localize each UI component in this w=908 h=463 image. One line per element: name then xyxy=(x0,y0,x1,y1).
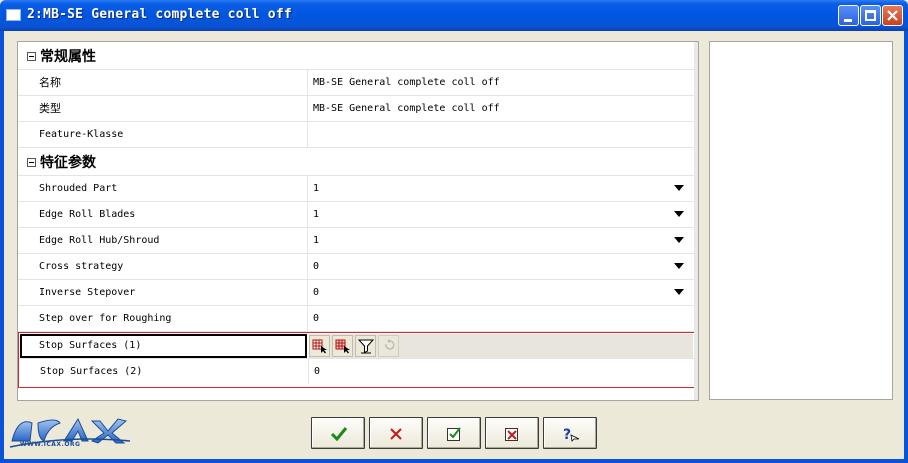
property-name: 类型 xyxy=(39,102,61,115)
property-row-stop-surfaces-2[interactable]: Stop Surfaces (2) 0 xyxy=(19,359,694,385)
undo-icon xyxy=(385,339,395,350)
select-surfaces-button[interactable] xyxy=(309,335,330,357)
stop-surfaces-group: Stop Surfaces (1) Stop Surfaces (2) 0 xyxy=(18,332,695,388)
reset-button[interactable] xyxy=(485,417,539,449)
property-value[interactable]: 0 xyxy=(313,254,319,279)
maximize-icon xyxy=(865,10,876,21)
apply-button[interactable] xyxy=(427,417,481,449)
dropdown-arrow-icon[interactable] xyxy=(674,289,684,295)
column-divider xyxy=(307,280,308,305)
property-name: Feature-Klasse xyxy=(39,129,124,140)
ok-button[interactable] xyxy=(311,417,365,449)
property-grid-content: 常规属性 名称 MB-SE General complete coll off … xyxy=(18,42,695,400)
property-row-shrouded-part[interactable]: Shrouded Part 1 xyxy=(18,176,694,202)
select-surfaces-add-icon xyxy=(335,339,350,354)
property-value[interactable]: 0 xyxy=(313,306,319,331)
property-name: Stop Surfaces (1) xyxy=(39,340,142,351)
property-value[interactable]: 1 xyxy=(313,228,319,253)
property-row-feature-klasse[interactable]: Feature-Klasse xyxy=(18,122,694,148)
property-name: Cross strategy xyxy=(39,261,124,272)
property-grid: 常规属性 名称 MB-SE General complete coll off … xyxy=(17,41,699,401)
svg-text:?: ? xyxy=(563,427,571,442)
minimize-icon xyxy=(844,19,852,22)
property-name: Shrouded Part xyxy=(39,183,118,194)
reset-icon xyxy=(505,428,518,441)
collapse-icon[interactable] xyxy=(27,158,36,167)
property-value[interactable]: 1 xyxy=(313,176,319,201)
dialog-window: 2:MB-SE General complete coll off 常规属性 名… xyxy=(0,0,908,463)
category-label: 常规属性 xyxy=(40,49,96,65)
property-row-edge-roll-blades[interactable]: Edge Roll Blades 1 xyxy=(18,202,694,228)
category-general[interactable]: 常规属性 xyxy=(18,42,694,70)
dialog-client-area: 常规属性 名称 MB-SE General complete coll off … xyxy=(4,31,904,459)
property-name: Step over for Roughing xyxy=(39,313,172,324)
cancel-icon xyxy=(390,428,402,440)
minimize-button[interactable] xyxy=(838,5,859,26)
collapse-icon[interactable] xyxy=(27,52,36,61)
app-icon xyxy=(6,9,21,21)
dropdown-arrow-icon[interactable] xyxy=(674,185,684,191)
column-divider xyxy=(308,359,309,384)
filter-icon xyxy=(358,339,374,354)
property-row-name[interactable]: 名称 MB-SE General complete coll off xyxy=(18,70,694,96)
property-name: Edge Roll Blades xyxy=(39,209,136,220)
category-feature-params[interactable]: 特征参数 xyxy=(18,148,694,176)
property-value[interactable]: 0 xyxy=(314,359,320,384)
ok-icon xyxy=(330,427,348,442)
maximize-button[interactable] xyxy=(860,5,881,26)
property-name: 名称 xyxy=(39,76,61,89)
title-bar[interactable]: 2:MB-SE General complete coll off xyxy=(0,0,908,31)
column-divider xyxy=(307,306,308,331)
select-surfaces-icon xyxy=(312,339,327,354)
window-title: 2:MB-SE General complete coll off xyxy=(27,7,292,22)
dropdown-arrow-icon[interactable] xyxy=(674,263,684,269)
column-divider xyxy=(307,176,308,201)
category-label: 特征参数 xyxy=(40,155,96,171)
property-value[interactable]: 1 xyxy=(313,202,319,227)
property-value[interactable]: 0 xyxy=(313,280,319,305)
help-icon: ? xyxy=(563,427,580,442)
property-row-edge-roll-hub-shroud[interactable]: Edge Roll Hub/Shroud 1 xyxy=(18,228,694,254)
dropdown-arrow-icon[interactable] xyxy=(674,211,684,217)
column-divider xyxy=(307,254,308,279)
property-row-step-over-roughing[interactable]: Step over for Roughing 0 xyxy=(18,306,694,332)
property-row-inverse-stepover[interactable]: Inverse Stepover 0 xyxy=(18,280,694,306)
cancel-button[interactable] xyxy=(369,417,423,449)
logo-subtext: WWW.ICAX.ORG xyxy=(20,441,81,448)
column-divider xyxy=(307,202,308,227)
property-row-stop-surfaces-1[interactable]: Stop Surfaces (1) xyxy=(19,333,694,359)
property-name: Edge Roll Hub/Shroud xyxy=(39,235,160,246)
select-surfaces-add-button[interactable] xyxy=(332,335,353,357)
icax-logo-mark xyxy=(9,417,131,448)
property-value: MB-SE General complete coll off xyxy=(313,103,500,114)
close-icon xyxy=(887,10,898,21)
dropdown-arrow-icon[interactable] xyxy=(674,237,684,243)
column-divider xyxy=(307,96,308,121)
property-value: MB-SE General complete coll off xyxy=(313,77,500,88)
property-name: Inverse Stepover xyxy=(39,287,136,298)
property-row-cross-strategy[interactable]: Cross strategy 0 xyxy=(18,254,694,280)
property-name: Stop Surfaces (2) xyxy=(40,366,143,377)
filter-button[interactable] xyxy=(355,335,376,357)
surface-tools: 1 xyxy=(309,334,693,358)
column-divider xyxy=(307,70,308,95)
apply-icon xyxy=(447,427,461,441)
column-divider xyxy=(307,228,308,253)
property-row-type[interactable]: 类型 MB-SE General complete coll off xyxy=(18,96,694,122)
column-divider xyxy=(307,122,308,147)
undo-button[interactable] xyxy=(378,335,399,357)
icax-logo: WWW.ICAX.ORG xyxy=(8,411,134,455)
help-button[interactable]: ? xyxy=(543,417,597,449)
close-button[interactable] xyxy=(882,5,903,26)
vertical-scrollbar[interactable] xyxy=(694,42,698,400)
preview-panel xyxy=(709,41,893,400)
